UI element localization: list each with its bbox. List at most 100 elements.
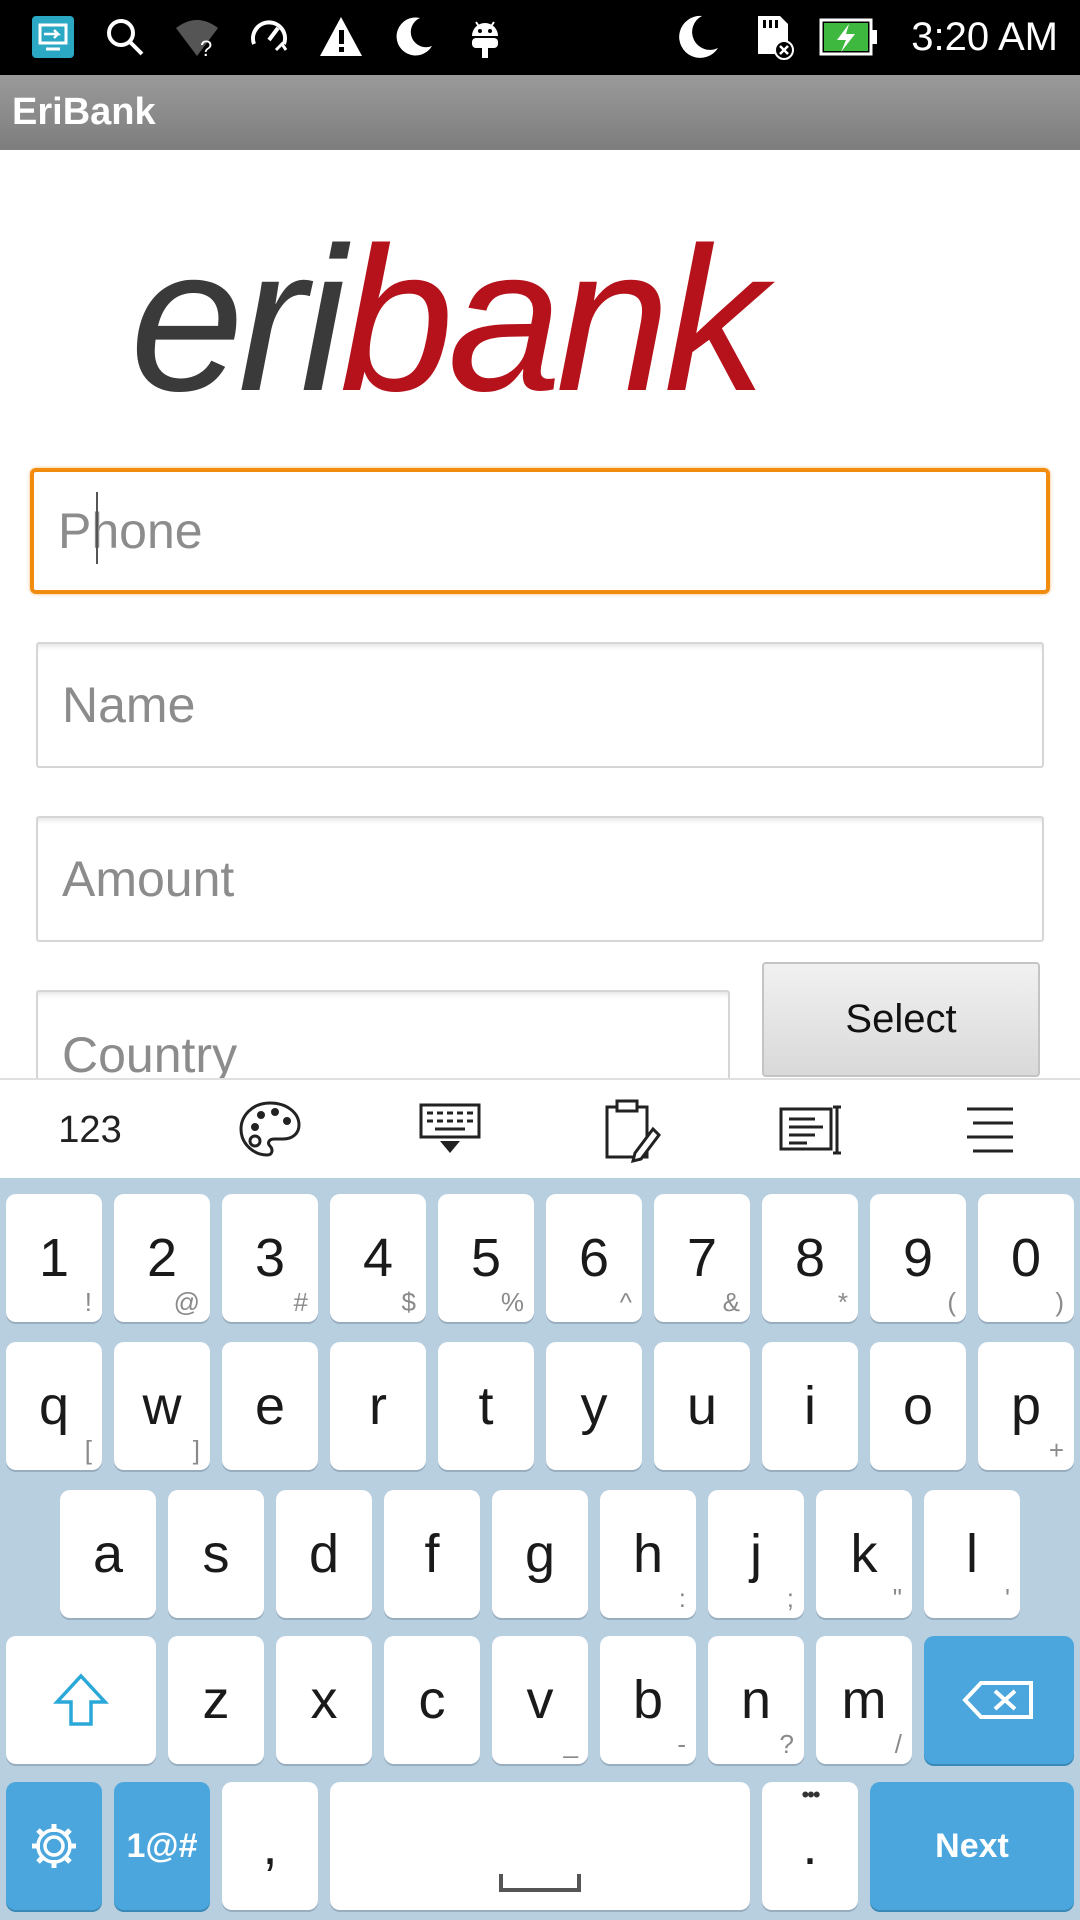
period-key[interactable]: . ••• xyxy=(762,1782,858,1910)
name-field[interactable] xyxy=(36,642,1044,768)
keyboard: 1! 2 @3 #4 $5% 6 ^ 7 & 8 * 9(0) q[w] e r t y u i o p + a s d f g h:… xyxy=(0,1178,1080,1920)
wifi-unknown-icon: ? xyxy=(172,12,222,62)
comma-key[interactable]: , xyxy=(222,1782,318,1910)
key-0[interactable]: 0) xyxy=(978,1194,1074,1322)
key-7[interactable]: 7 & xyxy=(654,1194,750,1322)
key-o[interactable]: o xyxy=(870,1342,966,1470)
gear-icon xyxy=(32,1824,76,1868)
key-3[interactable]: 3 # xyxy=(222,1194,318,1322)
key-w[interactable]: w] xyxy=(114,1342,210,1470)
amount-field[interactable] xyxy=(36,816,1044,942)
key-b[interactable]: b- xyxy=(600,1636,696,1764)
key-x-label: x xyxy=(310,1670,338,1730)
space-key[interactable] xyxy=(330,1782,750,1910)
key-n-alt: ? xyxy=(779,1729,794,1759)
symbols-key-label: 1@# xyxy=(126,1826,198,1865)
key-i[interactable]: i xyxy=(762,1342,858,1470)
key-q[interactable]: q[ xyxy=(6,1342,102,1470)
keyboard-toolbar: 123 xyxy=(0,1078,1080,1180)
key-u[interactable]: u xyxy=(654,1342,750,1470)
key-p[interactable]: p + xyxy=(978,1342,1074,1470)
key-c[interactable]: c xyxy=(384,1636,480,1764)
key-l[interactable]: l ' xyxy=(924,1490,1020,1618)
key-h-alt: : xyxy=(678,1583,686,1613)
key-f[interactable]: f xyxy=(384,1490,480,1618)
name-input[interactable] xyxy=(38,644,1042,766)
country-input[interactable] xyxy=(38,992,728,1090)
numbers-toggle[interactable]: 123 xyxy=(0,1080,180,1180)
app-title: EriBank xyxy=(12,91,156,133)
key-4-alt: $ xyxy=(401,1287,416,1317)
key-m[interactable]: m / xyxy=(816,1636,912,1764)
night-mode-icon xyxy=(672,12,722,62)
key-8[interactable]: 8 * xyxy=(762,1194,858,1322)
eribank-logo: eribank xyxy=(0,150,1080,440)
key-0-alt: ) xyxy=(1055,1287,1064,1317)
key-o-label: o xyxy=(902,1376,934,1436)
key-t-label: t xyxy=(478,1376,494,1436)
key-k-alt: " xyxy=(892,1583,902,1613)
key-5[interactable]: 5% xyxy=(438,1194,534,1322)
text-editor-icon[interactable] xyxy=(720,1080,900,1180)
key-r-label: r xyxy=(369,1376,387,1436)
palette-icon[interactable] xyxy=(180,1080,360,1180)
key-2[interactable]: 2 @ xyxy=(114,1194,210,1322)
key-g[interactable]: g xyxy=(492,1490,588,1618)
key-9[interactable]: 9( xyxy=(870,1194,966,1322)
key-j[interactable]: j; xyxy=(708,1490,804,1618)
key-3-alt: # xyxy=(293,1287,308,1317)
key-n[interactable]: n? xyxy=(708,1636,804,1764)
search-icon xyxy=(100,12,150,62)
key-x[interactable]: x xyxy=(276,1636,372,1764)
menu-icon[interactable] xyxy=(900,1080,1080,1180)
phone-input[interactable] xyxy=(34,472,1046,590)
key-b-alt: - xyxy=(677,1729,686,1759)
key-z-label: z xyxy=(202,1670,230,1730)
country-field[interactable] xyxy=(36,990,730,1090)
status-bar: ? 3:20 AM xyxy=(0,0,1080,75)
key-v[interactable]: v _ xyxy=(492,1636,588,1764)
symbols-key[interactable]: 1@# xyxy=(114,1782,210,1910)
shift-key-label xyxy=(6,1636,156,1764)
key-8-alt: * xyxy=(837,1287,848,1317)
next-key-label: Next xyxy=(935,1826,1009,1865)
key-y-label: y xyxy=(580,1376,608,1436)
key-v-alt: _ xyxy=(563,1729,578,1759)
amount-input[interactable] xyxy=(38,818,1042,940)
key-9-alt: ( xyxy=(947,1287,956,1317)
settings-key[interactable] xyxy=(6,1782,102,1910)
key-6[interactable]: 6 ^ xyxy=(546,1194,642,1322)
key-e[interactable]: e xyxy=(222,1342,318,1470)
key-r[interactable]: r xyxy=(330,1342,426,1470)
android-icon xyxy=(460,12,510,62)
key-h[interactable]: h: xyxy=(600,1490,696,1618)
key-7-alt: & xyxy=(722,1287,740,1317)
key-4[interactable]: 4 $ xyxy=(330,1194,426,1322)
key-1[interactable]: 1! xyxy=(6,1194,102,1322)
select-country-button[interactable]: Select xyxy=(762,962,1040,1077)
next-key[interactable]: Next xyxy=(870,1782,1074,1910)
phone-field[interactable] xyxy=(30,468,1050,594)
sd-card-error-icon xyxy=(748,12,798,62)
screen-share-icon xyxy=(28,12,78,62)
key-s[interactable]: s xyxy=(168,1490,264,1618)
key-5-alt: % xyxy=(500,1287,524,1317)
key-i-label: i xyxy=(804,1376,816,1436)
shift-icon xyxy=(53,1673,109,1726)
key-z[interactable]: z xyxy=(168,1636,264,1764)
key-d[interactable]: d xyxy=(276,1490,372,1618)
key-t[interactable]: t xyxy=(438,1342,534,1470)
shift-key[interactable] xyxy=(6,1636,156,1764)
key-f-label: f xyxy=(424,1524,440,1584)
spacebar-icon xyxy=(499,1874,581,1892)
key-e-label: e xyxy=(254,1376,286,1436)
backspace-key[interactable] xyxy=(924,1636,1074,1764)
key-2-alt: @ xyxy=(173,1287,200,1317)
comma-key-label: , xyxy=(262,1816,278,1876)
logo-text-bank: bank xyxy=(340,205,776,434)
key-k[interactable]: k " xyxy=(816,1490,912,1618)
clipboard-icon[interactable] xyxy=(540,1080,720,1180)
key-a[interactable]: a xyxy=(60,1490,156,1618)
key-y[interactable]: y xyxy=(546,1342,642,1470)
keyboard-hide-icon[interactable] xyxy=(360,1080,540,1180)
